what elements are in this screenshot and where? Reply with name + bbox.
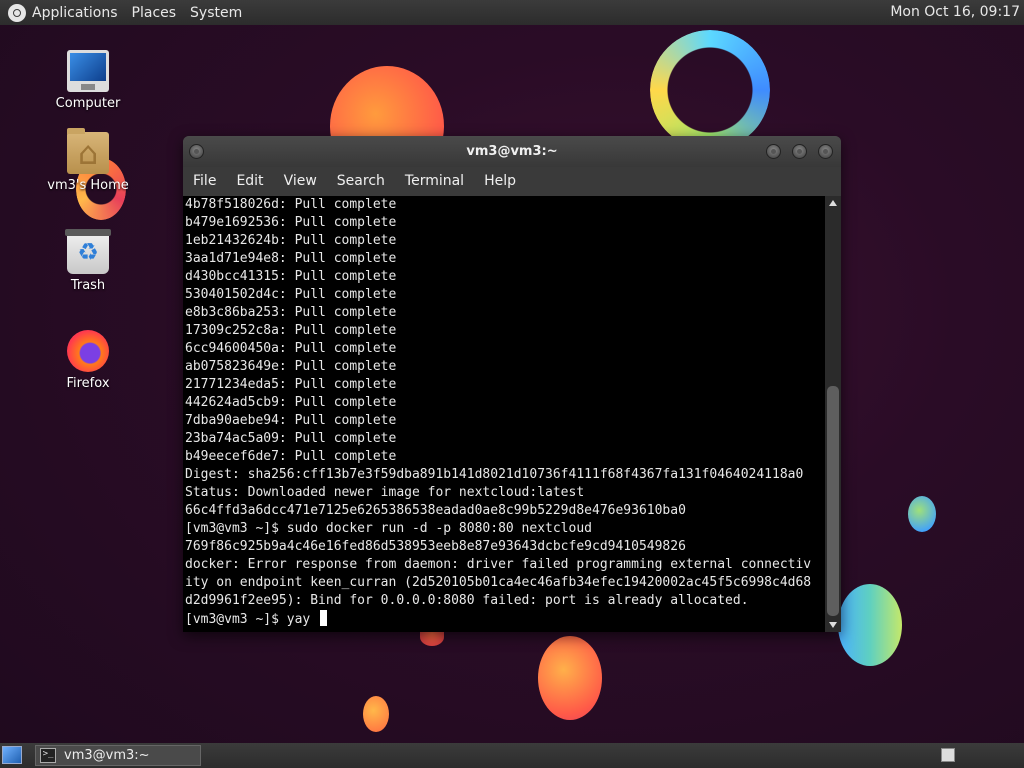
terminal-icon: >_ (40, 748, 56, 763)
taskbar-item-terminal[interactable]: >_ vm3@vm3:~ (35, 745, 201, 766)
firefox-icon (67, 330, 109, 372)
terminal-line: 7dba90aebe94: Pull complete (185, 413, 397, 428)
menu-view[interactable]: View (284, 173, 317, 189)
wallpaper-ring (650, 30, 770, 150)
terminal-line: e8b3c86ba253: Pull complete (185, 305, 397, 320)
clock[interactable]: Mon Oct 16, 09:17 (890, 4, 1020, 20)
terminal-line: [vm3@vm3 ~]$ sudo docker run -d -p 8080:… (185, 521, 592, 536)
terminal-line: 66c4ffd3a6dcc471e7125e6265386538eadad0ae… (185, 503, 686, 518)
desktop-icon-firefox[interactable]: Firefox (43, 330, 133, 391)
menu-help[interactable]: Help (484, 173, 516, 189)
terminal-line: d430bcc41315: Pull complete (185, 269, 397, 284)
trash-icon (65, 229, 111, 274)
bottom-panel: >_ vm3@vm3:~ (0, 743, 1024, 768)
maximize-button[interactable] (792, 144, 807, 159)
terminal-menubar: File Edit View Search Terminal Help (183, 167, 841, 195)
scroll-down-arrow-icon[interactable] (829, 622, 837, 628)
wallpaper-bubble (363, 696, 389, 732)
window-titlebar[interactable]: vm3@vm3:~ (183, 136, 841, 167)
close-button[interactable] (818, 144, 833, 159)
terminal-line: d2d9961f2ee95): Bind for 0.0.0.0:8080 fa… (185, 593, 749, 608)
wallpaper-bubble (538, 636, 602, 720)
terminal-line: 530401502d4c: Pull complete (185, 287, 397, 302)
distro-logo-icon[interactable] (8, 3, 26, 22)
desktop-icon-label: vm3's Home (47, 178, 129, 193)
menu-search[interactable]: Search (337, 173, 385, 189)
terminal-line: Digest: sha256:cff13b7e3f59dba891b141d80… (185, 467, 804, 482)
desktop-icon-label: Trash (70, 278, 106, 293)
desktop-icon-label: Firefox (66, 376, 110, 391)
terminal-line: 21771234eda5: Pull complete (185, 377, 397, 392)
minimize-button[interactable] (766, 144, 781, 159)
wallpaper-bubble (908, 496, 936, 532)
terminal-window[interactable]: vm3@vm3:~ File Edit View Search Terminal… (183, 136, 841, 632)
terminal-line: docker: Error response from daemon: driv… (185, 557, 812, 572)
top-panel: Applications Places System Mon Oct 16, 0… (0, 0, 1024, 25)
terminal-prompt-line[interactable]: [vm3@vm3 ~]$ yay (183, 610, 825, 629)
taskbar-item-label: vm3@vm3:~ (64, 748, 150, 763)
terminal-line: 4b78f518026d: Pull complete (185, 197, 397, 212)
menu-edit[interactable]: Edit (236, 173, 263, 189)
menu-system[interactable]: System (190, 5, 242, 21)
scrollbar-thumb[interactable] (827, 386, 839, 616)
terminal-line: 769f86c925b9a4c46e16fed86d538953eeb8e87e… (185, 539, 686, 554)
home-folder-icon (67, 128, 109, 174)
desktop-icon-trash[interactable]: Trash (43, 229, 133, 293)
terminal-line: 17309c252c8a: Pull complete (185, 323, 397, 338)
desktop-icon-computer[interactable]: Computer (43, 50, 133, 111)
terminal-scrollbar[interactable] (825, 196, 841, 632)
terminal-line: ity on endpoint keen_curran (2d520105b01… (185, 575, 812, 590)
terminal-line: ab075823649e: Pull complete (185, 359, 397, 374)
terminal-line: 442624ad5cb9: Pull complete (185, 395, 397, 410)
desktop-icon-label: Computer (55, 96, 121, 111)
terminal-line: 3aa1d71e94e8: Pull complete (185, 251, 397, 266)
menu-applications[interactable]: Applications (32, 5, 118, 21)
terminal-prompt: [vm3@vm3 ~]$ yay (185, 612, 319, 627)
terminal-line: b479e1692536: Pull complete (185, 215, 397, 230)
terminal-line: 23ba74ac5a09: Pull complete (185, 431, 397, 446)
computer-icon (67, 50, 109, 92)
scroll-up-arrow-icon[interactable] (829, 200, 837, 206)
terminal-output[interactable]: 4b78f518026d: Pull complete b479e1692536… (183, 196, 825, 632)
terminal-line: Status: Downloaded newer image for nextc… (185, 485, 585, 500)
desktop-icon-home[interactable]: vm3's Home (43, 128, 133, 193)
window-title: vm3@vm3:~ (466, 144, 558, 159)
terminal-cursor (320, 610, 328, 626)
menu-terminal[interactable]: Terminal (405, 173, 464, 189)
terminal-line: b49eecef6de7: Pull complete (185, 449, 397, 464)
show-desktop-icon[interactable] (2, 746, 22, 764)
wallpaper-bubble (838, 584, 902, 666)
window-menu-button[interactable] (189, 144, 204, 159)
workspace-switcher[interactable] (941, 748, 955, 762)
menu-places[interactable]: Places (132, 5, 177, 21)
terminal-line: 6cc94600450a: Pull complete (185, 341, 397, 356)
menu-file[interactable]: File (193, 173, 216, 189)
terminal-line: 1eb21432624b: Pull complete (185, 233, 397, 248)
